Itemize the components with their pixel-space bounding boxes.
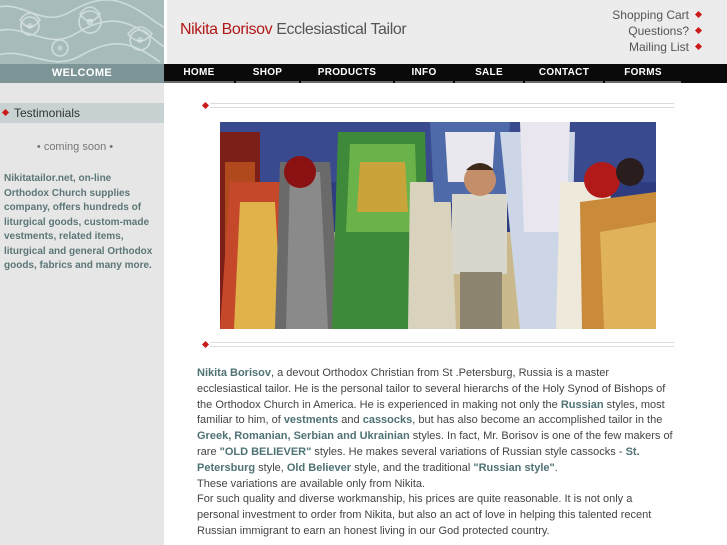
diamond-bullet-icon [201,340,210,349]
highlight-cassocks: cassocks [362,414,413,427]
diamond-bullet-icon [694,42,703,51]
nav-shop[interactable]: SHOP [236,64,299,83]
company-description: Nikitatailor.net, on-line Orthodox Churc… [4,173,153,271]
coming-soon-text: • coming soon • [36,141,114,153]
diamond-bullet-icon [201,101,210,110]
text-span: . [554,461,558,474]
brand-name: Nikita Borisov [180,21,273,38]
brocade-pattern-logo[interactable] [0,0,164,64]
tailor-showroom-photo [220,122,656,329]
highlight-old-believer-style: Old Believer [286,461,352,474]
sidebar: Testimonials • coming soon • Nikitatailo… [0,83,164,545]
highlight-russian: Russian [560,398,604,411]
nav-sale[interactable]: SALE [455,64,523,83]
text-span: style, and the traditional [351,461,474,474]
text-span: styles. He makes several variations of R… [311,445,626,458]
nav-products[interactable]: PRODUCTS [301,64,393,83]
utility-links: Shopping Cart Questions? Mailing List [612,7,703,55]
diamond-bullet-icon [694,10,703,19]
highlight-old-believer: "OLD BELIEVER" [219,445,312,458]
questions-link[interactable]: Questions? [612,23,703,39]
welcome-tab[interactable]: WELCOME [0,64,164,83]
about-nikita-text: Nikita Borisov, a devout Orthodox Christ… [197,366,675,540]
nav-info[interactable]: INFO [395,64,453,83]
highlight-vestments: vestments [283,414,339,427]
testimonials-label: Testimonials [14,106,81,120]
pricing-paragraph: For such quality and diverse workmanship… [197,493,652,537]
testimonials-heading[interactable]: Testimonials [0,103,164,123]
diamond-bullet-icon [1,108,10,117]
header-separator [164,0,167,64]
text-span: , but has also become an accomplished ta… [412,414,663,427]
text-span: and [338,414,363,427]
nav-forms[interactable]: FORMS [605,64,681,83]
vestments-photo-image [220,122,656,329]
shopping-cart-label: Shopping Cart [612,8,689,22]
top-divider [210,103,674,108]
diamond-bullet-icon [694,26,703,35]
nav-home[interactable]: HOME [164,64,234,83]
text-span: style, [255,461,287,474]
site-brand[interactable]: Nikita Borisov Ecclesiastical Tailor [180,21,407,39]
about-paragraph: Nikita Borisov, a devout Orthodox Christ… [197,366,675,477]
mailing-list-link[interactable]: Mailing List [612,39,703,55]
shopping-cart-link[interactable]: Shopping Cart [612,7,703,23]
availability-paragraph: These variations are available only from… [197,477,426,490]
highlight-name: Nikita Borisov [197,367,271,379]
questions-label: Questions? [628,24,689,38]
highlight-styles: Greek, Romanian, Serbian and Ukrainian [197,430,410,443]
highlight-russian-style: "Russian style" [473,461,555,474]
main-navigation: HOME SHOP PRODUCTS INFO SALE CONTACT FOR… [164,64,727,83]
brand-subtitle: Ecclesiastical Tailor [276,21,407,38]
mailing-list-label: Mailing List [628,40,689,54]
bottom-divider [210,342,674,347]
brocade-pattern-image [0,0,164,64]
nav-contact[interactable]: CONTACT [525,64,603,83]
site-header: Nikita Borisov Ecclesiastical Tailor Sho… [0,0,727,64]
